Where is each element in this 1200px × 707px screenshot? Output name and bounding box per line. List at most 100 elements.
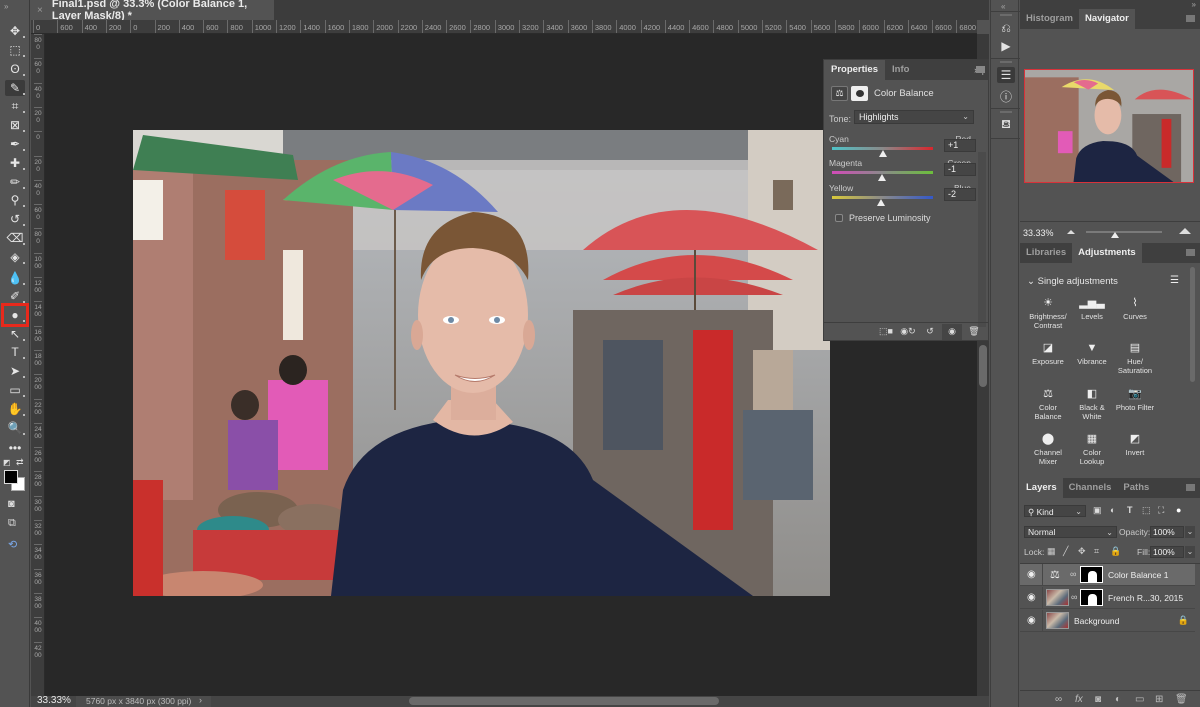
filter-shape-icon[interactable]: ⬚ (1142, 505, 1151, 516)
crop-tool[interactable]: ⌗ (5, 98, 25, 114)
paint-bucket-tool[interactable]: ◈ (5, 249, 25, 265)
layer-mask-icon[interactable] (851, 85, 868, 101)
slider-value-input[interactable]: -1 (944, 163, 976, 176)
fill-dropdown-icon[interactable]: ⌄ (1185, 546, 1195, 558)
eraser-tool[interactable]: ⌫ (5, 230, 25, 246)
navigator-zoom-input[interactable]: 33.33% (1020, 226, 1062, 241)
status-menu-arrow[interactable]: › (199, 695, 202, 705)
adjustments-scrollbar[interactable] (1190, 267, 1195, 382)
layer-row-color-balance[interactable]: ◉ ⚖ ∞ Color Balance 1 (1020, 564, 1195, 586)
layer-mask-thumbnail[interactable] (1080, 566, 1103, 583)
panel-options-icon[interactable] (976, 66, 985, 73)
screen-mode-icon[interactable]: ⧉ (8, 517, 16, 530)
adjustment-photo-filter[interactable]: 📷 Photo Filter (1113, 388, 1157, 412)
adjustment-levels[interactable]: ▂▅▃ Levels (1070, 297, 1114, 321)
panel-menu-icon[interactable] (1186, 484, 1195, 491)
collapse-toolbar-button[interactable]: » (4, 2, 8, 11)
document-image[interactable] (133, 130, 830, 596)
swap-colors-icon[interactable]: ⇄ (16, 457, 24, 468)
zoom-out-icon[interactable] (1067, 230, 1075, 234)
marquee-tool[interactable]: ⬚ (5, 42, 25, 58)
slider-value-input[interactable]: -2 (944, 188, 976, 201)
visibility-eye-icon[interactable]: ◉ (1027, 569, 1036, 580)
brush-tool[interactable]: ✏ (5, 174, 25, 190)
sponge-tool[interactable]: ● (1, 303, 29, 327)
yellow-blue-slider[interactable]: Yellow Blue -2 (829, 183, 979, 213)
layer-row-french[interactable]: ◉ ∞ French R...30, 2015 (1020, 587, 1195, 609)
visibility-eye-icon[interactable]: ◉ (1027, 592, 1036, 603)
adjustment-invert[interactable]: ◩ Invert (1113, 433, 1157, 457)
navigator-zoom-thumb[interactable] (1110, 232, 1119, 238)
navigator-zoom-slider[interactable] (1086, 231, 1162, 233)
tab-libraries[interactable]: Libraries (1020, 243, 1072, 263)
layer-name[interactable]: French R...30, 2015 (1108, 593, 1183, 603)
list-view-icon[interactable]: ☰ (1170, 275, 1179, 286)
layer-thumbnail[interactable] (1046, 589, 1069, 606)
tab-histogram[interactable]: Histogram (1020, 9, 1079, 29)
slider-thumb[interactable] (879, 150, 887, 157)
blur-tool[interactable]: 💧 (5, 270, 25, 286)
vertical-scrollbar-thumb[interactable] (979, 345, 987, 387)
clip-to-layer-icon[interactable]: ⬚■ (876, 324, 896, 340)
collapse-panels-button[interactable]: » (1192, 0, 1196, 9)
lock-image-icon[interactable]: ╱ (1063, 546, 1068, 557)
adjustment-color-lookup[interactable]: ▦ Color Lookup (1070, 433, 1114, 466)
reset-icon[interactable]: ↺ (920, 324, 940, 340)
tab-properties[interactable]: Properties (824, 60, 885, 80)
layer-thumbnail[interactable] (1046, 612, 1069, 629)
blend-mode-select[interactable]: Normal ⌄ (1024, 526, 1117, 538)
layer-mask-thumbnail[interactable] (1080, 589, 1103, 606)
link-chain-icon[interactable]: ∞ (1071, 592, 1077, 602)
vertical-ruler[interactable]: 800 600 400 200 0 200 400 600 800 1000 1200 1400 160… (31, 34, 45, 696)
type-tool[interactable]: T (5, 344, 25, 360)
lock-transparent-icon[interactable]: ▦ (1047, 546, 1056, 557)
tab-navigator[interactable]: Navigator (1078, 9, 1135, 29)
new-fill-adjustment-icon[interactable]: ◐ (1115, 694, 1121, 705)
foreground-color-swatch[interactable] (4, 470, 18, 484)
new-layer-icon[interactable]: ⊞ (1155, 694, 1163, 705)
lock-position-icon[interactable]: ✥ (1078, 546, 1086, 557)
single-adjustments-header[interactable]: ⌄ Single adjustments (1027, 276, 1118, 287)
fx-icon[interactable]: fx (1075, 694, 1083, 705)
filter-adjustment-icon[interactable]: ◐ (1110, 505, 1115, 515)
actions-play-icon[interactable]: ▶ (997, 38, 1015, 54)
delete-icon[interactable]: 🗑 (964, 324, 984, 340)
adjustment-channel-mixer[interactable]: ⬤ Channel Mixer (1026, 433, 1070, 466)
adjustment-vibrance[interactable]: ▼ Vibrance (1070, 342, 1114, 366)
filter-smart-object-icon[interactable]: ⛶ (1158, 505, 1164, 516)
tab-channels[interactable]: Channels (1063, 478, 1118, 498)
document-tab[interactable]: × Final1.psd @ 33.3% (Color Balance 1, L… (31, 0, 274, 22)
clone-stamp-tool[interactable]: ⚲ (5, 192, 25, 208)
lock-all-icon[interactable]: 🔒 (1110, 546, 1121, 557)
slider-thumb[interactable] (877, 199, 886, 206)
panel-menu-icon[interactable] (1186, 249, 1195, 256)
dodge-tool[interactable]: ✐ (5, 288, 25, 304)
slider-value-input[interactable]: +1 (944, 139, 976, 152)
filter-toggle-icon[interactable]: ● (1176, 505, 1181, 515)
horizontal-scrollbar[interactable] (409, 697, 719, 705)
lasso-tool[interactable]: ʘ (5, 61, 25, 77)
layer-name[interactable]: Background (1074, 616, 1119, 626)
tab-layers[interactable]: Layers (1020, 478, 1063, 498)
adjustment-black-white[interactable]: ◧ Black & White (1070, 388, 1114, 421)
layer-filter-select[interactable]: ⚲ Kind ⌄ (1024, 505, 1086, 517)
close-tab-icon[interactable]: × (37, 5, 43, 16)
checkbox[interactable] (835, 214, 843, 222)
layer-row-background[interactable]: ◉ Background 🔒 (1020, 610, 1195, 632)
filter-pixel-icon[interactable]: ▣ (1093, 505, 1102, 516)
default-colors-icon[interactable]: ◩ (3, 458, 11, 467)
clone-source-icon[interactable]: ⛾ (997, 117, 1015, 133)
history-icon[interactable]: ⎌ (997, 20, 1015, 36)
tab-paths[interactable]: Paths (1117, 478, 1155, 498)
delete-layer-icon[interactable]: 🗑 (1175, 694, 1188, 705)
visibility-eye-icon[interactable]: ◉ (1027, 615, 1036, 626)
layer-name[interactable]: Color Balance 1 (1108, 570, 1168, 580)
toggle-visibility-icon[interactable]: ◉ (942, 323, 962, 340)
filter-type-icon[interactable]: T (1127, 505, 1133, 515)
properties-icon[interactable]: ☰ (997, 67, 1015, 83)
panel-menu-icon[interactable] (1186, 15, 1195, 22)
quick-mask-icon[interactable]: ◙ (8, 498, 15, 510)
healing-brush-tool[interactable]: ✚ (5, 155, 25, 171)
frame-tool[interactable]: ⊠ (5, 117, 25, 133)
link-layers-icon[interactable]: ∞ (1055, 694, 1062, 705)
